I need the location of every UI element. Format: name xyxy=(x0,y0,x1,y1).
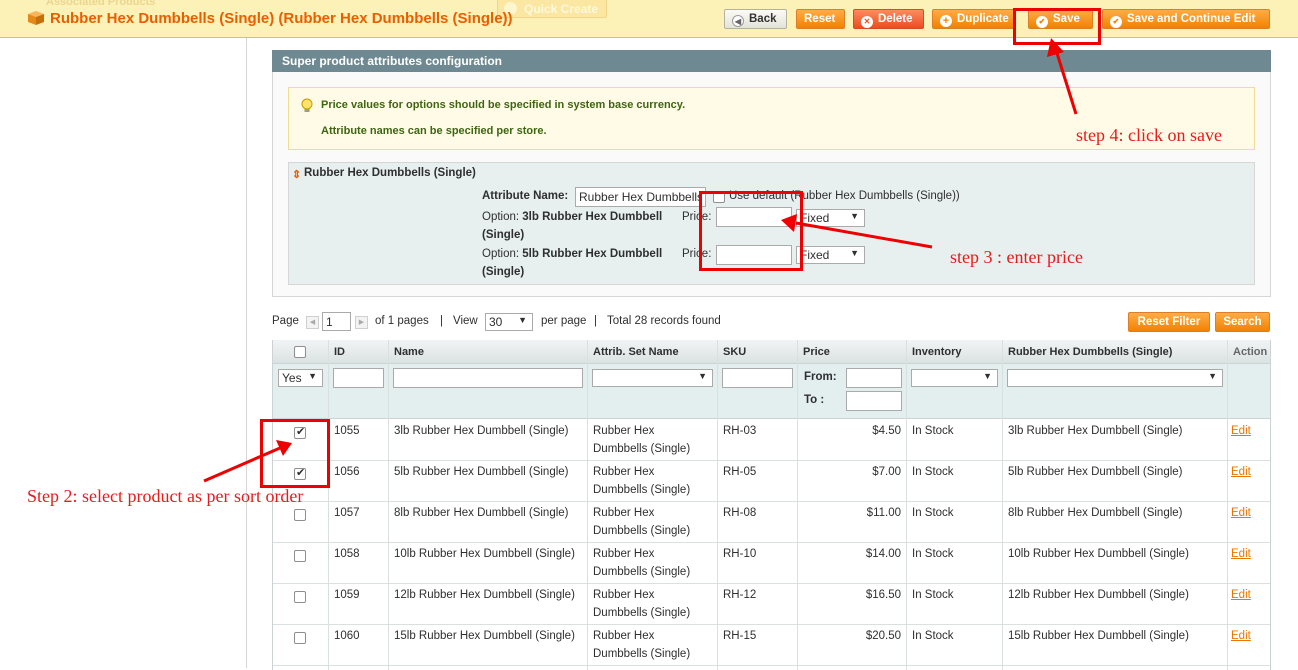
annotation-step-3: step 3 : enter price xyxy=(950,247,1083,267)
annotation-step-2: Step 2: select product as per sort order xyxy=(27,486,304,506)
annotation-step-4: step 4: click on save xyxy=(1076,125,1222,145)
annotation-arrows xyxy=(203,38,1078,483)
